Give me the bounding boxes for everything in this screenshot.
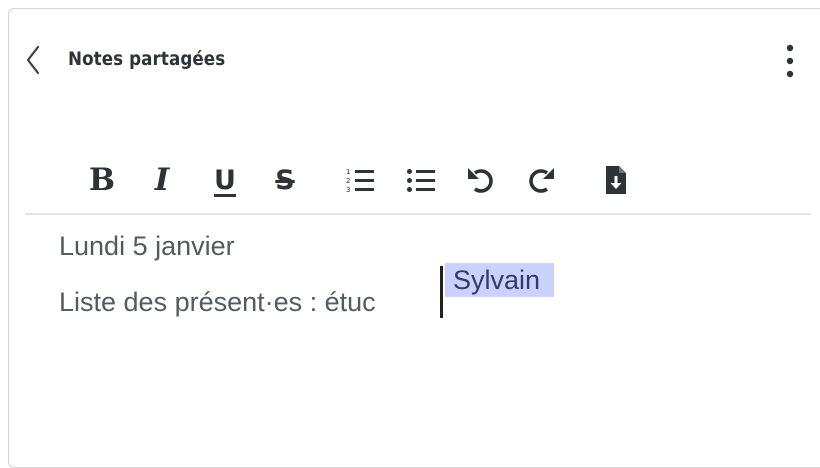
panel-header: Notes partagées (9, 9, 820, 109)
undo-button[interactable] (464, 157, 498, 203)
chevron-left-icon (26, 45, 40, 75)
svg-text:1: 1 (346, 168, 350, 176)
redo-button[interactable] (524, 157, 558, 203)
ordered-list-button[interactable]: 1 2 3 (343, 157, 377, 203)
kebab-menu-icon (786, 44, 794, 78)
toolbar-divider (25, 213, 811, 215)
redo-icon (529, 168, 554, 193)
editor-toolbar: B I U S 1 2 3 (9, 157, 820, 207)
strikethrough-button[interactable]: S (268, 157, 302, 203)
remote-caret (440, 266, 443, 318)
underline-label: U (214, 164, 236, 196)
shared-notes-panel: Notes partagées B I U S 1 2 3 Lundi 5 ja… (8, 8, 820, 468)
back-button[interactable] (21, 45, 45, 75)
bold-button[interactable]: B (85, 157, 119, 203)
unordered-list-icon (407, 169, 435, 192)
note-editor[interactable]: Lundi 5 janvier Liste des présent·es : é… (59, 231, 799, 431)
svg-text:3: 3 (346, 186, 350, 194)
unordered-list-button[interactable] (404, 157, 438, 203)
file-download-icon (606, 166, 626, 194)
editor-line-2: Liste des présent·es : étuc (59, 287, 376, 317)
undo-icon (468, 168, 493, 193)
panel-title: Notes partagées (68, 48, 226, 70)
ordered-list-icon: 1 2 3 (346, 168, 374, 194)
svg-text:2: 2 (346, 177, 350, 185)
underline-button[interactable]: U (208, 157, 242, 203)
strikethrough-label: S (275, 164, 295, 196)
italic-label: I (154, 161, 170, 198)
editor-line-1: Lundi 5 janvier (59, 231, 235, 261)
bold-label: B (88, 161, 116, 198)
remote-cursor-username: Sylvain (445, 263, 555, 297)
export-button[interactable] (599, 157, 633, 203)
italic-button[interactable]: I (145, 157, 179, 203)
more-options-button[interactable] (779, 41, 801, 81)
